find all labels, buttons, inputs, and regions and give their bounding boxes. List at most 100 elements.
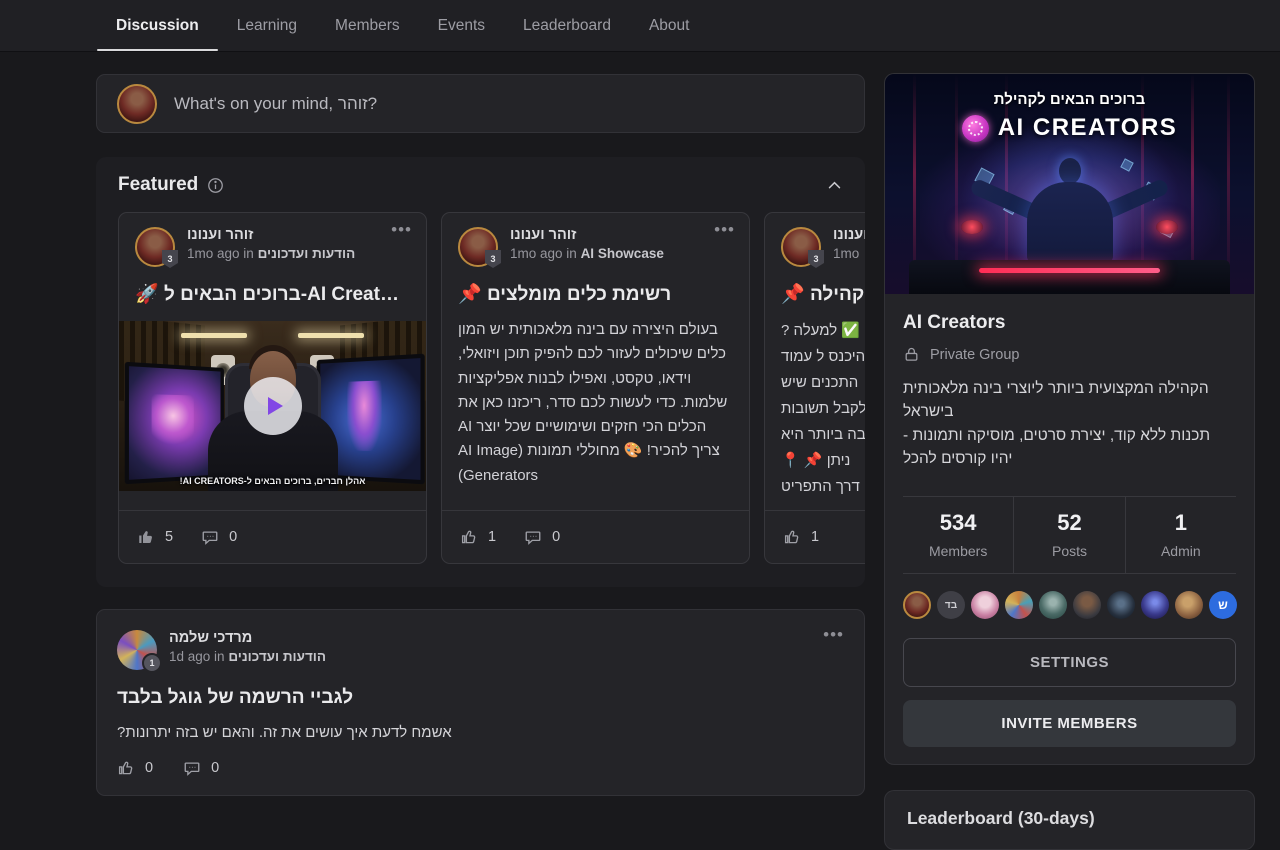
stat-admin[interactable]: 1 Admin [1126, 497, 1236, 573]
like-button[interactable]: 0 [117, 759, 153, 777]
level-badge: 3 [162, 250, 178, 268]
leaderboard-card: Leaderboard (30-days) [884, 790, 1255, 850]
member-avatar[interactable] [1141, 591, 1169, 619]
member-avatar[interactable] [903, 591, 931, 619]
member-avatar[interactable] [1005, 591, 1033, 619]
member-avatar[interactable] [1073, 591, 1101, 619]
feed-post[interactable]: 1 מרדכי שלמה 1d ago in הודעות ועדכונים •… [96, 609, 865, 796]
author-name[interactable]: זוהר וענונו [187, 227, 355, 243]
member-avatar-row: בד ש [903, 591, 1236, 619]
like-count: 1 [811, 529, 819, 545]
post-meta: 1d ago in הודעות ועדכונים [169, 649, 326, 664]
group-cover-image[interactable]: ברוכים הבאים לקהילת AI CREATORS [885, 74, 1254, 294]
comment-count: 0 [552, 529, 560, 545]
level-badge: 3 [808, 250, 824, 268]
member-avatar[interactable] [1175, 591, 1203, 619]
leaderboard-title: Leaderboard (30-days) [907, 808, 1232, 829]
group-info-card: ברוכים הבאים לקהילת AI CREATORS AI Creat… [884, 73, 1255, 765]
post-meta: 1mo ago in הודעות ועדכונים [187, 246, 355, 261]
privacy-label: Private Group [930, 347, 1019, 363]
video-thumbnail[interactable]: אהלן חברים, ברוכים הבאים ל-AI CREATORS! [119, 321, 426, 491]
featured-card-community[interactable]: 3 זוהר וענונו 1mo 📌 קהילה ✅ למעלה ? היכנ… [764, 212, 865, 564]
post-meta: 1mo [833, 246, 865, 261]
post-title[interactable]: לגביי הרשמה של גוגל בלבד [117, 687, 844, 709]
like-button[interactable]: 1 [460, 528, 496, 546]
invite-members-button[interactable]: INVITE MEMBERS [903, 700, 1236, 747]
comment-button[interactable]: 0 [183, 759, 219, 777]
tab-about[interactable]: About [630, 0, 709, 51]
thumbs-up-icon [137, 528, 155, 546]
like-button[interactable]: 1 [783, 528, 819, 546]
level-badge: 1 [142, 653, 162, 673]
cover-figure [1027, 182, 1113, 264]
post-title[interactable]: 🚀 ברוכים הבאים ל-AI Creators! [135, 282, 410, 306]
author-avatar[interactable]: 3 [135, 227, 175, 267]
cover-brand-text: AI CREATORS [998, 114, 1178, 142]
featured-section: Featured 3 זוהר וענונו [96, 157, 865, 587]
cover-figure [1059, 158, 1081, 184]
like-count: 0 [145, 760, 153, 776]
stat-members[interactable]: 534 Members [903, 497, 1013, 573]
post-composer[interactable]: What's on your mind, זוהר? [96, 74, 865, 133]
comment-icon [183, 759, 201, 777]
post-body: בעולם היצירה עם בינה מלאכותית יש המון כל… [458, 318, 733, 488]
member-avatar[interactable]: ש [1209, 591, 1237, 619]
post-title[interactable]: 📌 קהילה [781, 282, 865, 306]
brain-logo-icon [962, 115, 989, 142]
comment-icon [524, 528, 542, 546]
member-avatar[interactable] [1039, 591, 1067, 619]
comment-icon [201, 528, 219, 546]
cover-welcome-text: ברוכים הבאים לקהילת [885, 91, 1254, 108]
space-link[interactable]: AI Showcase [581, 246, 664, 261]
tab-learning[interactable]: Learning [218, 0, 316, 51]
thumb-light [298, 333, 364, 338]
info-icon[interactable] [207, 177, 224, 194]
post-menu-icon[interactable]: ••• [714, 221, 735, 238]
cover-desk [909, 260, 1230, 294]
space-link[interactable]: הודעות ועדכונים [228, 649, 326, 664]
comment-count: 0 [211, 760, 219, 776]
like-button[interactable]: 5 [137, 528, 173, 546]
group-name: AI Creators [903, 312, 1236, 334]
current-user-avatar[interactable] [117, 84, 157, 124]
tab-leaderboard[interactable]: Leaderboard [504, 0, 630, 51]
post-menu-icon[interactable]: ••• [391, 221, 412, 238]
stat-posts[interactable]: 52 Posts [1013, 497, 1125, 573]
cover-figure-hand [961, 220, 983, 234]
tab-members[interactable]: Members [316, 0, 419, 51]
thumbs-up-icon [783, 528, 801, 546]
space-link[interactable]: הודעות ועדכונים [258, 246, 356, 261]
featured-card-welcome[interactable]: 3 זוהר וענונו 1mo ago in הודעות ועדכונים… [118, 212, 427, 564]
lock-icon [903, 346, 920, 363]
video-caption: אהלן חברים, ברוכים הבאים ל-AI CREATORS! [119, 476, 426, 486]
comment-button[interactable]: 0 [524, 528, 560, 546]
member-avatar[interactable] [971, 591, 999, 619]
composer-prompt: What's on your mind, זוהר? [174, 94, 377, 114]
member-avatar[interactable]: בד [937, 591, 965, 619]
featured-card-tools[interactable]: 3 זוהר וענונו 1mo ago in AI Showcase •••… [441, 212, 750, 564]
cover-figure-hand [1156, 220, 1178, 234]
author-name[interactable]: מרדכי שלמה [169, 630, 326, 646]
tab-events[interactable]: Events [419, 0, 504, 51]
comment-count: 0 [229, 529, 237, 545]
author-name[interactable]: זוהר וענונו [833, 227, 865, 243]
play-button-icon[interactable] [244, 377, 302, 435]
level-badge: 3 [485, 250, 501, 268]
tab-discussion[interactable]: Discussion [97, 0, 218, 51]
comment-button[interactable]: 0 [201, 528, 237, 546]
author-name[interactable]: זוהר וענונו [510, 227, 664, 243]
author-avatar[interactable]: 3 [458, 227, 498, 267]
feed-column: What's on your mind, זוהר? Featured 3 [96, 52, 865, 796]
post-menu-icon[interactable]: ••• [823, 626, 844, 643]
group-nav-tabs: Discussion Learning Members Events Leade… [0, 0, 1280, 52]
chevron-up-icon[interactable] [826, 177, 843, 194]
group-description: הקהילה המקצועית ביותר ליוצרי בינה מלאכות… [903, 377, 1236, 470]
group-sidebar: ברוכים הבאים לקהילת AI CREATORS AI Creat… [884, 52, 1255, 850]
settings-button[interactable]: SETTINGS [903, 638, 1236, 687]
post-title[interactable]: 📌 רשימת כלים מומלצים [458, 282, 733, 306]
post-body: ✅ למעלה ? היכנס ל עמוד התכנים שיש לקבל ת… [781, 318, 865, 500]
author-avatar[interactable]: 1 [117, 630, 157, 670]
author-avatar[interactable]: 3 [781, 227, 821, 267]
thumbs-up-icon [460, 528, 478, 546]
member-avatar[interactable] [1107, 591, 1135, 619]
